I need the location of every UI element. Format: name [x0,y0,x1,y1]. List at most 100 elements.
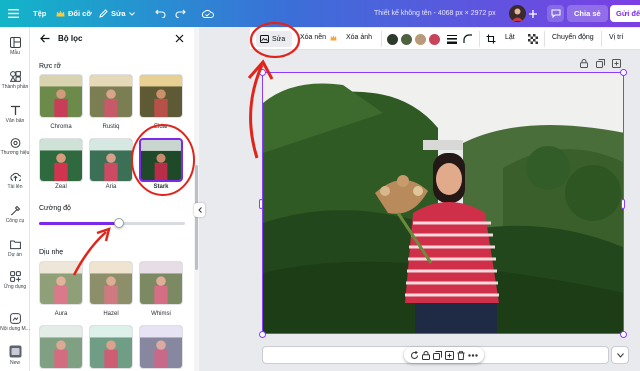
corner-radius-icon [463,34,472,43]
filter-thumb-zeal[interactable] [39,138,83,182]
rail-item-elements[interactable]: Thành phần [0,71,30,90]
back-button[interactable] [40,34,50,45]
rotate-icon[interactable] [410,350,419,360]
rail-item-projects[interactable]: Dự án [0,239,30,258]
file-menu[interactable]: Tệp [33,0,46,27]
text-icon [10,105,20,115]
crown-icon [56,10,65,17]
filter-thumb-rustiq[interactable] [89,74,133,118]
filter-thumb[interactable] [39,325,83,369]
duplicate-icon[interactable] [445,350,455,360]
upload-icon [9,172,21,181]
expand-pages-button[interactable] [611,346,629,364]
resize-label: Đổi cỡ [68,9,92,18]
share-button[interactable]: Chia sẻ [567,0,608,27]
apps-icon [9,271,21,282]
resize-handle[interactable] [620,331,627,338]
trash-icon[interactable] [457,350,465,360]
intensity-slider[interactable] [39,218,185,228]
filter-thumb-aria[interactable] [89,138,133,182]
filter-thumb-chroma[interactable] [39,74,83,118]
position-button[interactable]: Vị trí [609,34,623,41]
crown-icon [330,34,337,43]
border-style-button[interactable] [447,35,457,46]
collapse-panel-button[interactable] [194,203,205,217]
chevron-left-icon [197,207,202,213]
redo-icon [175,9,186,18]
edit-menu[interactable]: Sửa [99,0,135,27]
filter-thumb-whimsi[interactable] [139,261,183,305]
color-swatch[interactable] [415,34,426,45]
avatar [509,5,526,22]
cloud-icon [201,9,214,18]
more-icon[interactable] [468,353,479,357]
filter-thumb-stark-selected[interactable] [139,138,183,182]
menu-button[interactable] [0,0,26,27]
add-page-button[interactable] [612,59,621,70]
rail-item-tools[interactable]: Công cụ [0,205,30,224]
filter-label: Eldar [153,124,168,130]
color-swatch[interactable] [401,34,412,45]
rail-item-brand[interactable]: Thương hiệu [0,137,30,156]
color-swatch[interactable] [387,34,398,45]
resize-handle[interactable] [621,199,625,209]
erase-button[interactable]: Xóa ảnh [346,34,372,41]
filter-thumb-aura[interactable] [39,261,83,305]
top-bar: Tệp Đổi cỡ Sửa Thiết kế không tên - 4068… [0,0,640,27]
user-avatar[interactable] [509,0,526,27]
redo-button[interactable] [175,0,186,27]
rail-item-uploads[interactable]: Tải lên [0,171,30,190]
rail-item-content[interactable]: Nội dung M... [0,313,30,332]
corner-rounding-button[interactable] [463,34,473,46]
duplicate-page-button[interactable] [596,59,605,70]
flip-button[interactable]: Lật [505,34,515,41]
crop-button[interactable] [486,34,496,46]
resize-handle[interactable] [259,69,266,76]
brand-icon [10,138,20,148]
resize-handle[interactable] [620,69,627,76]
comment-icon [551,9,560,18]
send-button[interactable]: Gửi đế [610,0,640,27]
transparency-button[interactable] [528,34,538,46]
rail-item-new[interactable]: New [0,345,30,366]
filter-thumb-hazel[interactable] [89,261,133,305]
rail-item-apps[interactable]: Ứng dụng [0,271,30,290]
undo-button[interactable] [155,0,166,27]
erase-label: Xóa ảnh [346,34,373,41]
arrow-left-icon [40,34,50,43]
close-button[interactable] [175,34,184,45]
design-title[interactable]: Thiết kế không tên - 4068 px × 2972 px [374,0,496,27]
edit-image-button[interactable]: Sửa [256,31,292,47]
position-label: Vị trí [609,34,624,41]
filter-thumb-eldar[interactable] [139,74,183,118]
resize-handle[interactable] [259,199,263,209]
filter-label: Aria [105,184,117,190]
rail-label: Công cụ [5,218,25,224]
filter-label: Hazel [103,311,119,317]
selected-photo[interactable] [262,72,624,334]
section-vivid-title: Rực rỡ [39,63,62,70]
lock-button[interactable] [580,59,588,70]
copy-icon[interactable] [432,350,442,360]
color-swatch[interactable] [429,34,440,45]
lock-icon[interactable] [421,350,430,360]
cloud-save-button[interactable] [201,0,214,27]
rail-label: Tải lên [7,184,23,190]
panel-scrollbar-thumb[interactable] [195,165,198,270]
intensity-slider-handle[interactable] [114,218,125,228]
animate-button[interactable]: Chuyển động [552,34,594,41]
close-icon [175,34,184,43]
transparency-icon [528,34,538,44]
resize-menu[interactable]: Đổi cỡ [56,0,92,27]
filter-label: Chroma [50,124,72,130]
rail-label: Văn bản [5,118,25,124]
filter-thumb[interactable] [139,325,183,369]
add-collaborator-button[interactable] [528,0,538,27]
rail-item-templates[interactable]: Mẫu [0,37,30,56]
rail-item-text[interactable]: Văn bản [0,105,30,124]
border-weight-icon [447,35,457,44]
remove-bg-button[interactable]: Xóa nền [300,34,326,41]
resize-handle[interactable] [259,331,266,338]
comments-button[interactable] [547,0,564,27]
filter-thumb[interactable] [89,325,133,369]
